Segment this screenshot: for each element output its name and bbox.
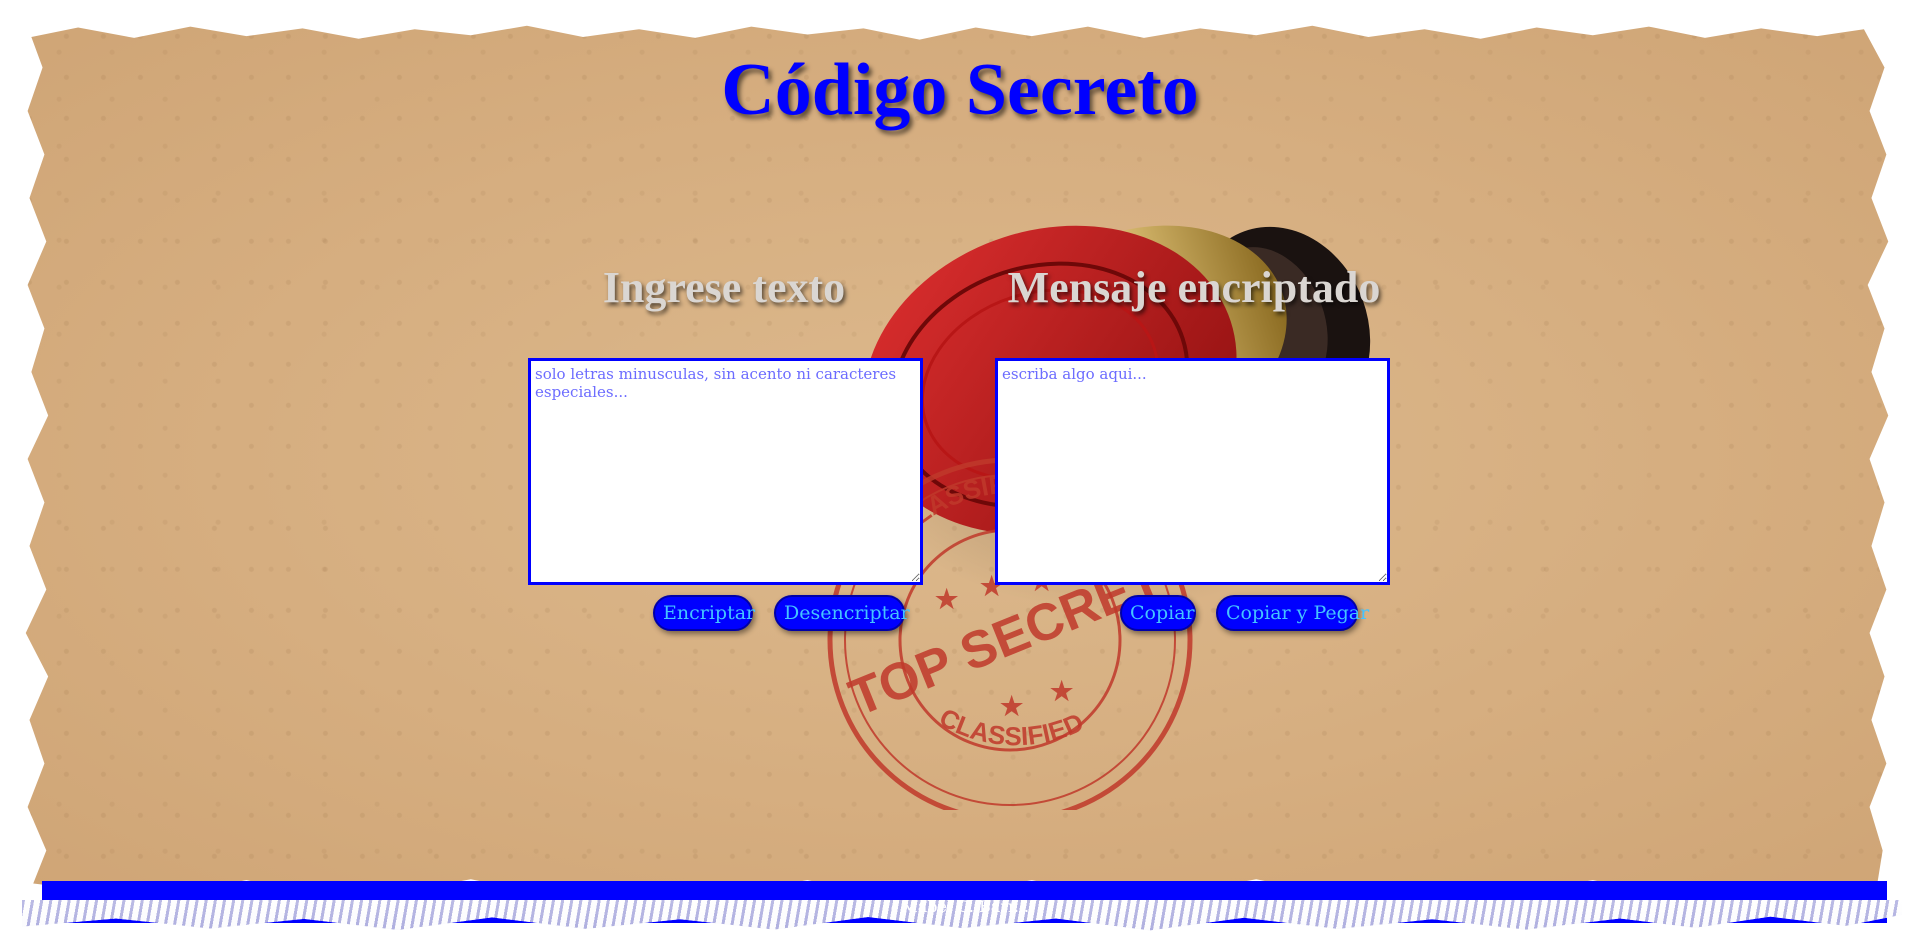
svg-text:★: ★ (1050, 676, 1074, 706)
copy-paste-button[interactable]: Copiar y Pegar (1216, 595, 1369, 631)
output-textarea[interactable] (995, 358, 1390, 585)
output-heading: Mensaje encriptado (1007, 263, 1381, 312)
input-heading: Ingrese texto (602, 263, 846, 312)
page-title: Código Secreto (721, 49, 1199, 131)
decrypt-button[interactable]: Desencriptar (774, 595, 910, 631)
input-textarea[interactable] (528, 358, 923, 585)
svg-text:★: ★ (935, 584, 959, 614)
footer-credit: - Mabel C. Barr... (890, 897, 1030, 916)
encrypt-button[interactable]: Encriptar (653, 595, 755, 631)
copy-button[interactable]: Copiar (1120, 595, 1196, 631)
svg-text:★: ★ (1000, 691, 1024, 721)
